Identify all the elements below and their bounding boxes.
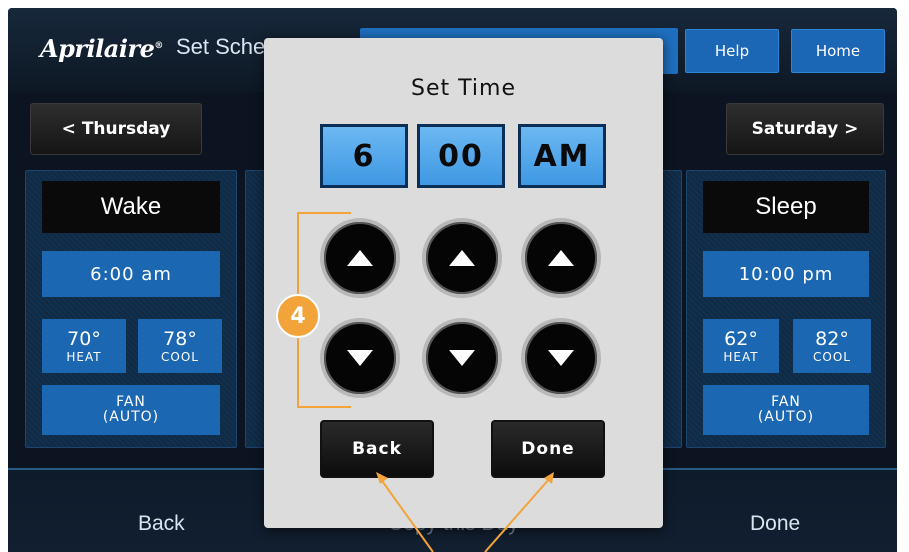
- cool-label: COOL: [813, 349, 851, 364]
- ampm-up-button[interactable]: [521, 218, 601, 298]
- next-day-button[interactable]: Saturday >: [726, 103, 884, 155]
- heat-value: 70°: [67, 327, 101, 350]
- heat-label: HEAT: [723, 349, 759, 364]
- ampm-down-button[interactable]: [521, 318, 601, 398]
- heat-value: 62°: [724, 327, 758, 350]
- schedule-card-wake: Wake 6:00 am 70° HEAT 78° COOL FAN (AUTO…: [25, 170, 237, 448]
- dialog-done-button[interactable]: Done: [491, 420, 605, 478]
- heat-label: HEAT: [66, 349, 102, 364]
- cool-label: COOL: [161, 349, 199, 364]
- hour-field[interactable]: 6: [320, 124, 408, 188]
- cool-setpoint-button[interactable]: 82° COOL: [793, 319, 871, 373]
- home-button[interactable]: Home: [791, 29, 885, 73]
- brand-logo: Aprilaire®: [40, 34, 163, 63]
- previous-day-button[interactable]: < Thursday: [30, 103, 202, 155]
- heat-setpoint-button[interactable]: 62° HEAT: [703, 319, 779, 373]
- bottom-done-button[interactable]: Done: [750, 512, 800, 536]
- minute-down-button[interactable]: [422, 318, 502, 398]
- period-time-button[interactable]: 6:00 am: [42, 251, 220, 297]
- fan-mode: (AUTO): [102, 409, 160, 425]
- dialog-back-button[interactable]: Back: [320, 420, 434, 478]
- help-button[interactable]: Help: [685, 29, 779, 73]
- minute-field[interactable]: 00: [417, 124, 505, 188]
- period-time-button[interactable]: 10:00 pm: [703, 251, 869, 297]
- heat-setpoint-button[interactable]: 70° HEAT: [42, 319, 126, 373]
- arrow-down-icon: [449, 350, 475, 366]
- arrow-down-icon: [548, 350, 574, 366]
- period-label[interactable]: Wake: [42, 181, 220, 233]
- schedule-card-sleep: Sleep 10:00 pm 62° HEAT 82° COOL FAN (AU…: [686, 170, 886, 448]
- annotation-badge: 4: [276, 294, 320, 338]
- cool-value: 78°: [163, 327, 197, 350]
- fan-mode-button[interactable]: FAN (AUTO): [703, 385, 869, 435]
- schedule-card-evening: [662, 170, 682, 448]
- fan-label: FAN: [771, 393, 801, 410]
- bottom-back-button[interactable]: Back: [138, 512, 185, 536]
- ampm-field[interactable]: AM: [518, 124, 606, 188]
- fan-mode-button[interactable]: FAN (AUTO): [42, 385, 220, 435]
- arrow-up-icon: [548, 250, 574, 266]
- fan-mode: (AUTO): [757, 409, 815, 425]
- fan-label: FAN: [116, 393, 146, 410]
- arrow-up-icon: [449, 250, 475, 266]
- cool-value: 82°: [815, 327, 849, 350]
- cool-setpoint-button[interactable]: 78° COOL: [138, 319, 222, 373]
- minute-up-button[interactable]: [422, 218, 502, 298]
- period-label[interactable]: Sleep: [703, 181, 869, 233]
- dialog-title: Set Time: [411, 76, 516, 101]
